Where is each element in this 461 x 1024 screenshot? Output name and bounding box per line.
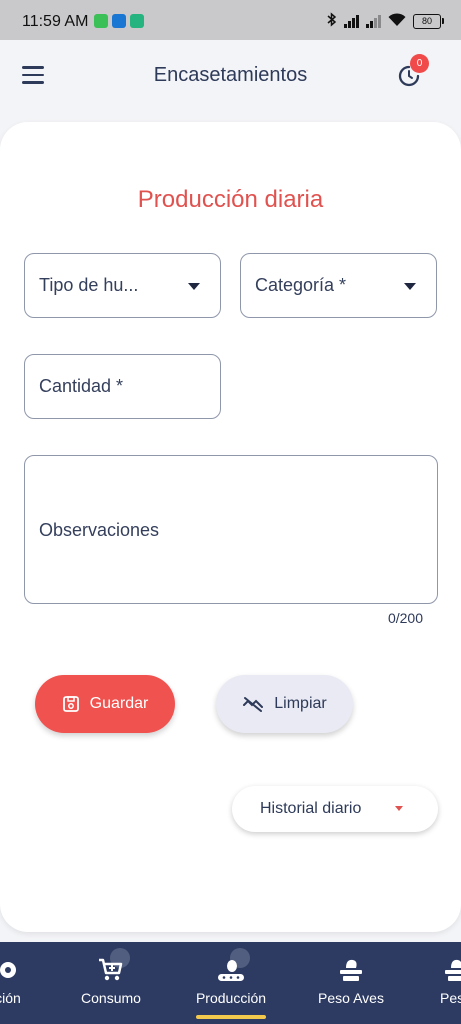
nav-label: ción [0,990,21,1006]
cart-icon [96,948,130,984]
status-bar: 11:59 AM 80 [0,0,461,40]
scale-icon [336,954,366,984]
chevron-down-icon [188,283,200,290]
scale-icon [441,954,461,984]
nav-label: Consumo [81,990,141,1006]
nav-item-consumo[interactable]: Consumo [70,942,152,1024]
clear-label: Limpiar [274,695,327,712]
notification-button[interactable]: 0 [397,54,429,88]
observations-label: Observaciones [39,520,160,540]
observations-field[interactable]: Observaciones [24,455,438,604]
nav-item-peso-aves[interactable]: Peso Aves [308,942,394,1024]
chevron-down-icon [395,806,403,811]
wifi-icon [388,12,406,30]
bluetooth-icon [327,12,337,30]
nav-item-configuracion[interactable]: ción [0,942,30,1024]
clear-format-icon [243,697,264,712]
outlook-icon [112,14,126,28]
active-tab-indicator [196,1015,266,1019]
clear-button[interactable]: Limpiar [216,675,353,733]
app-notification-icon [130,14,144,28]
conveyor-icon [216,948,250,984]
signal-icon [344,14,359,28]
nav-label: Peso [440,990,461,1006]
page-title: Encasetamientos [153,64,308,86]
nav-item-peso[interactable]: Peso [426,942,461,1024]
chevron-down-icon [404,283,416,290]
category-label: Categoría * [255,275,347,295]
status-time: 11:59 AM [22,13,89,30]
history-label: Historial diario [260,800,362,817]
history-dropdown[interactable]: Historial diario [232,786,438,832]
egg-type-label: Tipo de hu... [39,275,139,295]
nav-item-produccion[interactable]: Producción [186,942,276,1024]
signal-icon-2 [366,14,381,28]
whatsapp-icon [94,14,108,28]
status-app-icons [94,14,144,28]
category-dropdown[interactable]: Categoría * [240,253,437,318]
nav-label: Producción [195,990,267,1006]
notification-badge: 0 [410,54,429,73]
save-label: Guardar [89,695,149,712]
character-counter: 0/200 [387,610,423,626]
bottom-nav: ción Consumo Producción Peso Aves Peso [0,942,461,1024]
status-indicators: 80 [327,12,444,30]
battery-icon: 80 [413,13,444,29]
form-title: Producción diaria [137,186,324,213]
nav-label: Peso Aves [318,990,384,1006]
egg-type-dropdown[interactable]: Tipo de hu... [24,253,221,318]
gear-icon [0,954,23,984]
save-button[interactable]: Guardar [35,675,175,733]
quantity-label: Cantidad * [39,376,124,396]
save-icon [62,696,79,712]
quantity-field[interactable]: Cantidad * [24,354,221,419]
app-bar: Encasetamientos 0 [0,40,461,112]
